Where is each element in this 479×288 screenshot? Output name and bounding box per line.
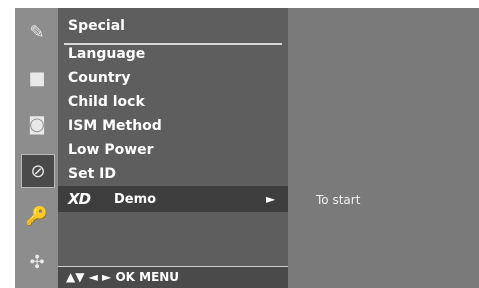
menu-item-country[interactable]: Country bbox=[68, 70, 131, 92]
menu-item-low-power[interactable]: Low Power bbox=[68, 142, 154, 164]
xd-logo: XD bbox=[68, 190, 91, 208]
main-menu-icon-column: ✎ ■ ◙ ⊘ 🔑 ✣ bbox=[15, 8, 58, 288]
time-icon[interactable]: ⊘ bbox=[21, 154, 55, 188]
title-divider bbox=[64, 43, 282, 45]
menu-item-xd-demo[interactable] bbox=[58, 186, 288, 212]
demo-label: Demo bbox=[114, 192, 157, 207]
help-bar-divider bbox=[58, 266, 288, 267]
submenu-panel: To start bbox=[288, 8, 479, 288]
special-menu-panel: Special Language Country Child lock ISM … bbox=[58, 8, 288, 288]
menu-item-child-lock[interactable]: Child lock bbox=[68, 94, 145, 116]
menu-item-set-id[interactable]: Set ID bbox=[68, 166, 116, 188]
setup-icon[interactable]: ✣ bbox=[21, 246, 53, 278]
menu-item-language[interactable]: Language bbox=[68, 46, 145, 68]
submenu-arrow-icon: ► bbox=[266, 192, 276, 206]
tv-osd-screen: ✎ ■ ◙ ⊘ 🔑 ✣ Special Language Country Chi… bbox=[0, 0, 479, 288]
audio-icon[interactable]: ◙ bbox=[21, 108, 53, 140]
picture-settings-icon[interactable]: ✎ bbox=[21, 16, 53, 48]
option-icon[interactable]: 🔑 bbox=[21, 200, 53, 232]
to-start-text: To start bbox=[316, 193, 361, 207]
screen-icon[interactable]: ■ bbox=[21, 62, 53, 94]
menu-title: Special bbox=[68, 18, 125, 34]
menu-item-ism-method[interactable]: ISM Method bbox=[68, 118, 162, 140]
help-bar: ▲▼ ◄ ► OK MENU bbox=[58, 266, 288, 288]
navigation-help-text: ▲▼ ◄ ► OK MENU bbox=[66, 270, 180, 284]
